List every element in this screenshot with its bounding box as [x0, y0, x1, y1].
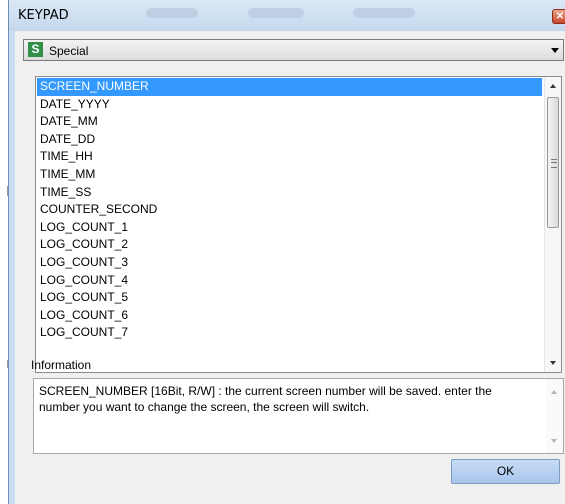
list-item[interactable]: LOG_COUNT_1: [37, 219, 542, 237]
category-dropdown-value: Special: [49, 44, 89, 58]
scroll-down-icon[interactable]: [550, 361, 556, 365]
list-item[interactable]: SCREEN_NUMBER: [37, 78, 542, 96]
list-item[interactable]: TIME_SS: [37, 184, 542, 202]
category-dropdown[interactable]: S Special: [23, 39, 564, 61]
list-item[interactable]: LOG_COUNT_3: [37, 254, 542, 272]
blurred-background-text: [146, 8, 198, 18]
information-scrollbar[interactable]: [546, 379, 563, 453]
list-item[interactable]: TIME_HH: [37, 148, 542, 166]
list-item[interactable]: LOG_COUNT_2: [37, 236, 542, 254]
special-category-icon: S: [28, 42, 43, 57]
chevron-down-icon: [551, 48, 559, 53]
scroll-down-icon[interactable]: [551, 439, 557, 443]
close-button[interactable]: ✕: [552, 9, 565, 24]
scroll-thumb[interactable]: [547, 97, 559, 228]
information-textbox[interactable]: SCREEN_NUMBER [16Bit, R/W] : the current…: [33, 378, 564, 454]
list-scrollbar[interactable]: [544, 77, 561, 372]
keypad-dialog: KEYPAD ✕ S Special SCREEN_NUMBER DATE_YYY…: [8, 0, 565, 504]
list-item[interactable]: LOG_COUNT_6: [37, 307, 542, 325]
scroll-up-icon[interactable]: [550, 84, 556, 88]
list-item[interactable]: LOG_COUNT_4: [37, 272, 542, 290]
variable-list-items: SCREEN_NUMBER DATE_YYYY DATE_MM DATE_DD TIME…: [37, 78, 542, 342]
grip-icon: [551, 159, 557, 168]
window-title: KEYPAD: [18, 8, 69, 23]
list-item[interactable]: COUNTER_SECOND: [37, 201, 542, 219]
list-item[interactable]: TIME_MM: [37, 166, 542, 184]
information-text: SCREEN_NUMBER [16Bit, R/W] : the current…: [39, 384, 492, 414]
list-item[interactable]: DATE_MM: [37, 113, 542, 131]
list-item[interactable]: LOG_COUNT_5: [37, 289, 542, 307]
scroll-up-icon[interactable]: [551, 390, 557, 394]
blurred-background-text: [353, 8, 415, 18]
blurred-background-text: [248, 8, 304, 18]
variable-list[interactable]: SCREEN_NUMBER DATE_YYYY DATE_MM DATE_DD TIME…: [35, 76, 562, 373]
background-strip: [0, 0, 8, 504]
title-bar[interactable]: KEYPAD ✕: [9, 0, 565, 31]
close-icon: ✕: [555, 11, 565, 22]
list-item[interactable]: DATE_YYYY: [37, 96, 542, 114]
ok-button[interactable]: OK: [451, 459, 560, 484]
dialog-body: S Special SCREEN_NUMBER DATE_YYYY DATE_MM D…: [15, 31, 565, 504]
information-heading: Information: [31, 358, 92, 372]
list-item[interactable]: DATE_DD: [37, 131, 542, 149]
list-item[interactable]: LOG_COUNT_7: [37, 324, 542, 342]
